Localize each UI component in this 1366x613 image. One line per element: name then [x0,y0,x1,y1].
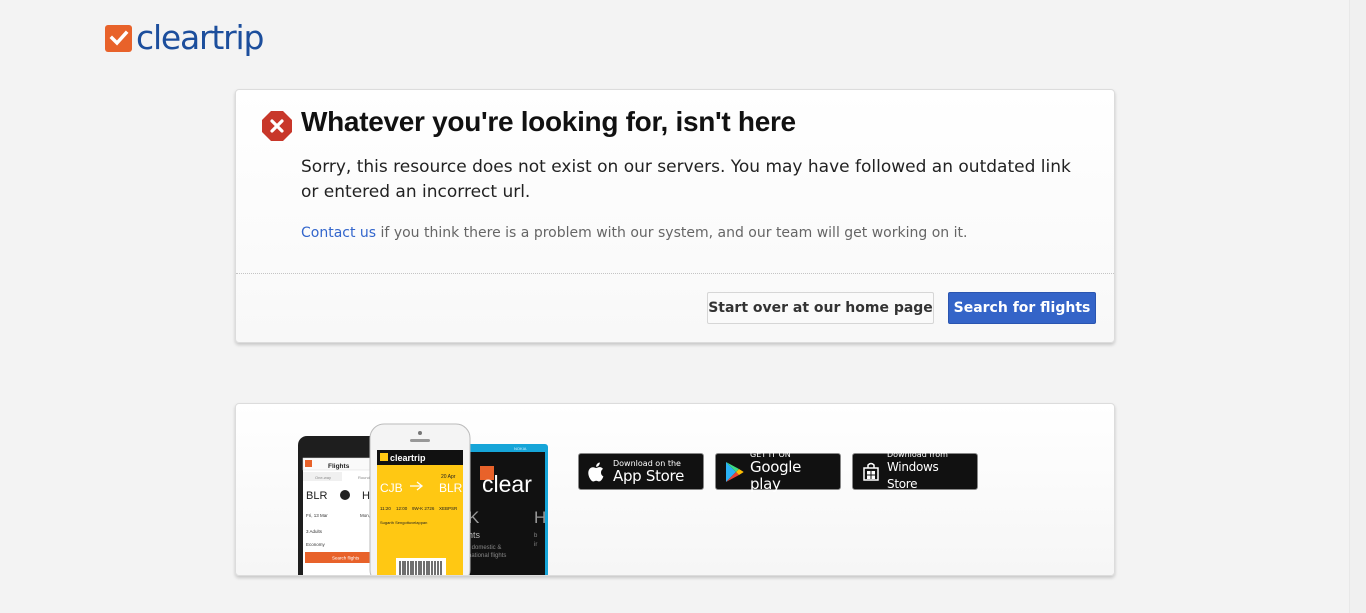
android-tab-2: Round [358,475,370,480]
nokia-phone: NOKIA clear K H hts r domestic & nationa… [460,444,548,575]
scrollbar-track[interactable] [1349,0,1366,613]
windows-store-bottom: Windows Store [887,460,939,491]
windows-store-badge[interactable]: Download from Windows Store [852,450,978,491]
nokia-side2: ir [534,542,537,548]
nokia-brand: clear [482,471,532,497]
logo-text: cleartrip [136,18,264,57]
google-play-icon [726,461,744,482]
nokia-carrier: NOKIA [514,446,527,451]
apple-icon [588,462,604,481]
iphone-date: 20 Apr [441,474,456,480]
cleartrip-logo[interactable]: cleartrip [105,18,264,58]
nokia-line2: r domestic & [468,545,501,551]
app-promo-card: NOKIA clear K H hts r domestic & nationa… [235,403,1115,576]
contact-line: Contact us if you think there is a probl… [301,225,967,241]
android-date: Fri, 13 Mar [306,513,328,518]
windows-icon [863,462,879,481]
check-logo-icon [105,24,132,52]
android-from: BLR [306,490,327,502]
nokia-line3: national flights [468,553,506,559]
home-page-button[interactable]: Start over at our home page [707,292,934,324]
error-stop-icon [262,111,292,141]
search-flights-button[interactable]: Search for flights [948,292,1096,324]
error-title: Whatever you're looking for, isn't here [301,106,796,137]
mobile-app-phones-illustration: NOKIA clear K H hts r domestic & nationa… [298,423,548,575]
android-class: Economy [306,542,326,547]
divider [236,273,1114,274]
contact-us-link[interactable]: Contact us [301,225,376,241]
windows-store-top: Download from [887,450,948,459]
nokia-letter-right: H [534,508,546,527]
iphone-from: CJB [380,481,403,495]
android-search-btn: Search flights [332,556,360,561]
android-travellers: 3 Adults [306,529,323,534]
android-title: Flights [328,463,350,470]
google-play-badge[interactable]: GET IT ON Google play [715,450,841,493]
iphone-pnr: XEBPSR [439,506,458,511]
contact-text: if you think there is a problem with our… [376,225,968,241]
app-store-bottom: App Store [613,466,685,485]
iphone-passenger: Sugarth Sengottuvelappan [380,520,427,525]
iphone-time-1: 11:20 [380,506,391,511]
app-store-badge[interactable]: Download on the App Store [578,453,704,490]
iphone-brand: cleartrip [390,453,426,463]
error-message: Sorry, this resource does not exist on o… [301,157,1071,202]
android-to: H [362,490,370,502]
error-card: Whatever you're looking for, isn't here … [235,89,1115,343]
android-tab-1: One-way [315,475,331,480]
iphone: cleartrip 20 Apr CJB BLR 11:20 12:00 9W-… [369,423,471,575]
android-return: Mon, [360,513,370,518]
iphone-time-2: 12:00 [396,506,408,511]
google-play-bottom: Google play [750,458,802,493]
iphone-flight: 9W-K 2726 [412,506,435,511]
iphone-to: BLR [439,481,463,495]
